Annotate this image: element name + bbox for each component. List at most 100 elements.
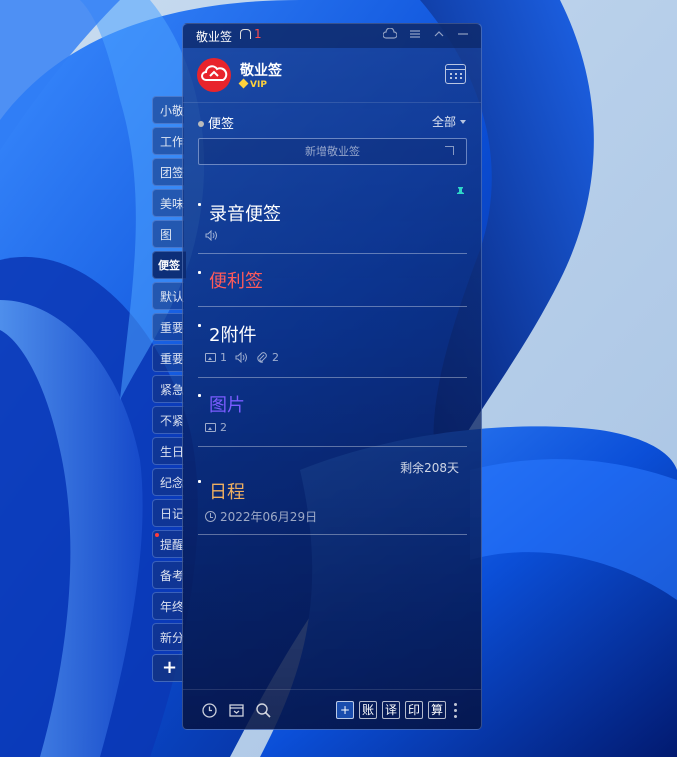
- sidebar-tab-label: 提醒: [160, 538, 184, 552]
- note-item[interactable]: 便利签: [198, 270, 467, 308]
- sidebar-tab-label: 生日: [160, 445, 184, 459]
- sidebar-tab[interactable]: 年终: [152, 592, 184, 620]
- sidebar-tab-label: 团签: [160, 166, 184, 180]
- add-button[interactable]: +: [336, 701, 354, 719]
- note-title: 录音便签: [209, 204, 281, 225]
- archive-icon[interactable]: [228, 702, 245, 719]
- note-divider: [198, 306, 467, 307]
- new-note-input[interactable]: 新增敬业签: [198, 138, 467, 165]
- note-divider: [198, 446, 467, 447]
- note-meta: 2022年06月29日: [205, 508, 317, 525]
- bullet-dot: [198, 394, 201, 397]
- more-options-icon[interactable]: [454, 702, 458, 718]
- note-title: 2附件: [209, 325, 257, 346]
- notes-panel: 敬业签 1 敬业签 VIP 便签 全部 新增敬业签 录音便签 便利签 2附件 1…: [182, 23, 482, 730]
- sidebar-tab-label: 日记: [160, 507, 184, 521]
- unread-dot: [155, 533, 159, 537]
- sidebar-tab[interactable]: 备考: [152, 561, 184, 589]
- bullet-icon: [198, 121, 204, 127]
- accounting-button[interactable]: 账: [359, 701, 377, 719]
- app-logo[interactable]: [197, 58, 231, 92]
- note-divider: [198, 534, 467, 535]
- history-clock-icon[interactable]: [201, 702, 218, 719]
- category-sidebar: 小敬 工作 团签 美味图便签 默认 重要 重要 紧急 不紧 生日 纪念 日记 提醒 备考 年终 新分 +: [152, 96, 186, 682]
- sidebar-tab[interactable]: 默认: [152, 282, 184, 310]
- sidebar-tab[interactable]: 纪念: [152, 468, 184, 496]
- sidebar-tab-label: 重要: [160, 352, 184, 366]
- pin-icon[interactable]: [456, 187, 465, 196]
- cloud-sync-icon[interactable]: [382, 27, 398, 43]
- note-item[interactable]: 日程 2022年06月29日: [198, 480, 467, 536]
- sidebar-tab[interactable]: 图: [152, 220, 184, 248]
- section-title-text: 便签: [208, 117, 235, 132]
- vip-badge[interactable]: VIP: [238, 78, 267, 90]
- clock-icon: [205, 511, 216, 522]
- sidebar-tab-label: 工作: [160, 135, 184, 149]
- window-title: 敬业签: [196, 30, 233, 44]
- sidebar-tab[interactable]: 团签: [152, 158, 184, 186]
- sidebar-tab[interactable]: 日记: [152, 499, 184, 527]
- filter-dropdown[interactable]: 全部: [432, 113, 466, 130]
- notification-count: 1: [254, 27, 262, 41]
- print-button[interactable]: 印: [405, 701, 423, 719]
- calendar-icon[interactable]: [445, 64, 466, 84]
- sidebar-tab[interactable]: 美味: [152, 189, 184, 217]
- sidebar-tab[interactable]: 重要: [152, 313, 184, 341]
- sidebar-tab-label: 默认: [160, 290, 184, 304]
- image-count: 2: [220, 421, 227, 434]
- note-title: 图片: [209, 395, 245, 416]
- user-app-name: 敬业签: [240, 63, 282, 79]
- notification-badge[interactable]: 1: [240, 27, 262, 41]
- note-date: 2022年06月29日: [220, 510, 318, 524]
- caret-down-icon: [460, 120, 466, 124]
- sidebar-tab[interactable]: 生日: [152, 437, 184, 465]
- cloud-logo-icon: [201, 65, 228, 81]
- menu-icon[interactable]: [409, 28, 421, 43]
- note-divider: [198, 253, 467, 254]
- sidebar-tab[interactable]: 便签: [152, 251, 186, 279]
- bullet-dot: [198, 271, 201, 274]
- sidebar-tab[interactable]: 提醒: [152, 530, 184, 558]
- image-count: 1: [220, 351, 227, 364]
- sidebar-tab[interactable]: 小敬: [152, 96, 184, 124]
- note-item[interactable]: 图片 2: [198, 394, 467, 448]
- sidebar-tab[interactable]: 不紧: [152, 406, 184, 434]
- search-icon[interactable]: [255, 702, 272, 719]
- collapse-icon[interactable]: [433, 28, 445, 43]
- image-icon: [205, 423, 216, 432]
- sidebar-tab[interactable]: 紧急: [152, 375, 184, 403]
- bullet-dot: [198, 203, 201, 206]
- attachment-count: 2: [272, 351, 279, 364]
- sidebar-tab-label: 小敬: [160, 104, 184, 118]
- sidebar-tab-label: 图: [160, 228, 173, 242]
- sidebar-tab[interactable]: 工作: [152, 127, 184, 155]
- filter-label: 全部: [431, 115, 456, 129]
- audio-icon: [205, 230, 217, 241]
- divider: [183, 689, 481, 690]
- sidebar-tab-label: 不紧: [160, 414, 184, 428]
- calculator-button[interactable]: 算: [428, 701, 446, 719]
- days-remaining: 剩余208天: [400, 461, 459, 475]
- bell-icon: [240, 29, 251, 39]
- bullet-dot: [198, 324, 201, 327]
- translate-button[interactable]: 译: [382, 701, 400, 719]
- sidebar-tab[interactable]: 新分: [152, 623, 184, 651]
- section-title: 便签: [198, 113, 234, 132]
- expand-icon[interactable]: [445, 146, 454, 155]
- add-category-button[interactable]: +: [152, 654, 184, 682]
- image-icon: [205, 353, 216, 362]
- minimize-icon[interactable]: [457, 28, 469, 43]
- note-title: 便利签: [209, 271, 263, 292]
- audio-icon: [235, 352, 247, 363]
- sidebar-tab[interactable]: 重要: [152, 344, 184, 372]
- sidebar-tab-label: 美味: [160, 197, 184, 211]
- diamond-icon: [238, 78, 249, 89]
- sidebar-tab-label: 便签: [158, 259, 180, 272]
- note-item[interactable]: 录音便签: [198, 202, 467, 254]
- note-meta: 2: [205, 421, 227, 434]
- title-bar[interactable]: 敬业签 1: [183, 24, 481, 48]
- vip-label: VIP: [250, 80, 267, 90]
- sidebar-tab-label: 备考: [160, 569, 184, 583]
- sidebar-tab-label: 纪念: [160, 476, 184, 490]
- note-item[interactable]: 2附件 1 2: [198, 324, 467, 378]
